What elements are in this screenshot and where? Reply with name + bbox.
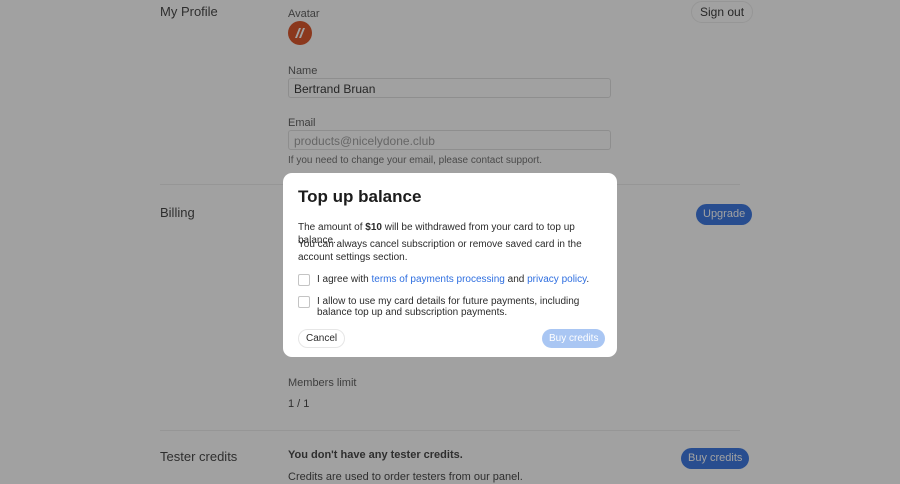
amount-text-before: The amount of — [298, 222, 366, 233]
agree-terms-text: I agree with terms of payments processin… — [317, 274, 609, 285]
cancel-button[interactable]: Cancel — [298, 329, 346, 348]
cancel-info-text: You can always cancel subscription or re… — [298, 239, 582, 263]
allow-card-checkbox[interactable] — [298, 296, 310, 308]
top-up-balance-dialog: Top up balance The amount of $10 will be… — [283, 173, 617, 357]
agree-middle: and — [504, 274, 528, 285]
dialog-title: Top up balance — [298, 187, 422, 206]
privacy-policy-link[interactable]: privacy policy — [527, 274, 586, 285]
amount-value: $10 — [365, 222, 382, 233]
allow-card-text: I allow to use my card details for futur… — [317, 296, 580, 318]
agree-suffix: . — [586, 274, 590, 285]
agree-prefix: I agree with — [317, 274, 372, 285]
agree-terms-checkbox[interactable] — [298, 274, 310, 286]
terms-link[interactable]: terms of payments processing — [371, 274, 504, 285]
dialog-buy-credits-button[interactable]: Buy credits — [542, 329, 606, 348]
